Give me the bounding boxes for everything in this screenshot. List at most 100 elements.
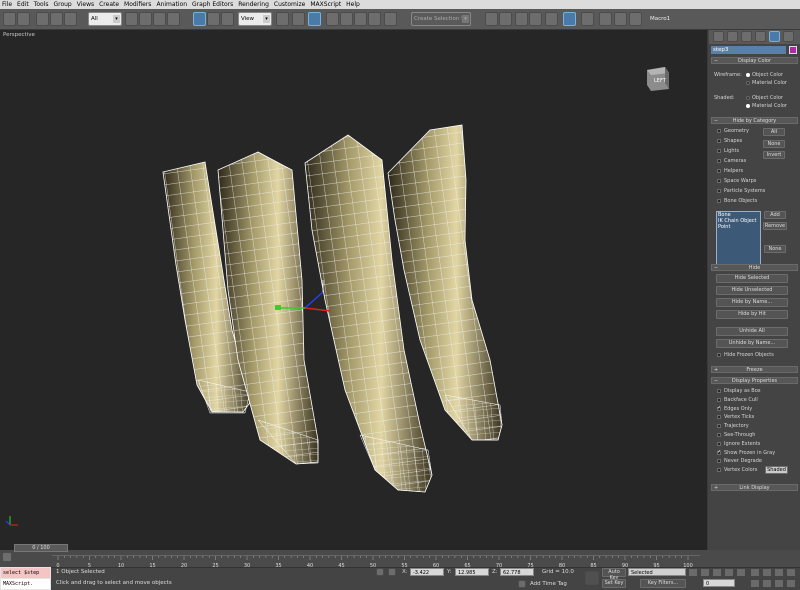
menu-item[interactable]: Graph Editors <box>192 0 233 9</box>
auto-key-button[interactable]: Auto Key <box>602 568 626 581</box>
mirror-icon[interactable] <box>485 12 498 26</box>
selection-filter-dropdown[interactable]: All ▾ <box>88 12 122 26</box>
menu-item[interactable]: File <box>2 0 12 9</box>
select-and-rotate-icon[interactable] <box>207 12 220 26</box>
time-tag-icon[interactable] <box>518 580 526 588</box>
link-icon[interactable] <box>36 12 49 26</box>
modify-tab-icon[interactable] <box>727 31 738 42</box>
display-property-checkbox[interactable] <box>717 397 721 402</box>
rectangular-selection-icon[interactable] <box>153 12 166 26</box>
display-property-checkbox[interactable] <box>717 424 721 429</box>
hide-by-hit-button[interactable]: Hide by Hit <box>716 310 788 319</box>
wireframe-object-color-radio[interactable] <box>746 73 750 77</box>
angle-snap-icon[interactable] <box>340 12 353 26</box>
named-selection-set-dropdown[interactable]: Create Selection Se ▾ <box>411 12 471 26</box>
reference-coordinate-dropdown[interactable]: View ▾ <box>238 12 272 26</box>
go-to-end-icon[interactable] <box>736 568 746 577</box>
list-item[interactable]: Point <box>717 224 760 230</box>
motion-tab-icon[interactable] <box>755 31 766 42</box>
lock-selection-icon[interactable] <box>376 568 384 576</box>
display-property-checkbox[interactable] <box>717 389 721 393</box>
select-and-manipulate-icon[interactable] <box>292 12 305 26</box>
field-of-view-icon[interactable] <box>750 579 760 588</box>
hide-category-invert-button[interactable]: Invert <box>763 151 785 159</box>
wireframe-material-color-radio[interactable] <box>746 81 750 85</box>
zoom-extents-icon[interactable] <box>774 568 784 577</box>
hide-category-none-button[interactable]: None <box>763 140 785 148</box>
hide-category-all-button[interactable]: All <box>763 128 785 136</box>
object-name-field[interactable]: step3 <box>711 46 786 54</box>
menu-item[interactable]: Tools <box>34 0 49 9</box>
schematic-view-icon[interactable] <box>563 12 576 26</box>
layer-manager-icon[interactable] <box>515 12 528 26</box>
add-time-tag-button[interactable]: Add Time Tag <box>530 581 567 587</box>
select-object-icon[interactable] <box>125 12 138 26</box>
hide-by-category-rollout[interactable]: − Hide by Category <box>711 117 798 124</box>
freeze-rollout[interactable]: + Freeze <box>711 366 798 373</box>
snaps-toggle-icon[interactable] <box>326 12 339 26</box>
zoom-all-icon[interactable] <box>762 568 772 577</box>
macro-label[interactable]: Macro1 <box>650 12 680 26</box>
hide-rollout[interactable]: − Hide <box>711 264 798 271</box>
category-checkbox[interactable] <box>717 129 721 133</box>
zoom-extents-all-icon[interactable] <box>786 568 796 577</box>
spinner-snap-icon[interactable] <box>368 12 381 26</box>
perspective-viewport[interactable]: Perspective LEFT <box>0 30 708 550</box>
display-property-checkbox[interactable] <box>717 405 721 411</box>
listener-output-line[interactable]: select $step <box>1 568 50 578</box>
zoom-icon[interactable] <box>750 568 760 577</box>
render-frame-icon[interactable] <box>614 12 627 26</box>
z-coordinate-field[interactable]: 62.778 <box>500 568 534 576</box>
curve-editor-icon[interactable] <box>545 12 558 26</box>
hide-by-name-button[interactable]: Hide by Name... <box>716 298 788 307</box>
track-bar[interactable]: 0 5 10 15 20 25 30 35 40 45 50 55 60 65 70 75 80 85 90 95 10… <box>52 555 700 569</box>
menu-item[interactable]: Views <box>77 0 94 9</box>
trackbar-toggle-icon[interactable] <box>2 552 12 562</box>
hierarchy-tab-icon[interactable] <box>741 31 752 42</box>
category-checkbox[interactable] <box>717 199 721 203</box>
menu-item[interactable]: Create <box>99 0 119 9</box>
display-property-checkbox[interactable] <box>717 433 721 437</box>
edit-named-selection-icon[interactable] <box>384 12 397 26</box>
pan-view-icon[interactable] <box>762 579 772 588</box>
category-checkbox[interactable] <box>717 159 721 163</box>
display-property-checkbox[interactable] <box>717 449 721 455</box>
current-frame-field[interactable]: 0 <box>703 579 735 587</box>
set-key-button[interactable]: Set Key <box>602 579 626 588</box>
key-icon[interactable] <box>585 571 599 585</box>
unhide-by-name-button[interactable]: Unhide by Name... <box>716 339 788 348</box>
category-checkbox[interactable] <box>717 179 721 183</box>
hide-frozen-objects-checkbox[interactable] <box>717 353 721 357</box>
vertex-colors-shaded-button[interactable]: Shaded <box>765 466 788 474</box>
menu-item[interactable]: Modifiers <box>124 0 151 9</box>
display-property-checkbox[interactable] <box>717 415 721 420</box>
display-property-checkbox[interactable] <box>717 459 721 464</box>
undo-icon[interactable] <box>3 12 16 26</box>
shaded-object-color-radio[interactable] <box>746 96 750 100</box>
align-icon[interactable] <box>499 12 512 26</box>
play-icon[interactable] <box>712 568 722 577</box>
category-checkbox[interactable] <box>717 189 721 193</box>
display-property-checkbox[interactable] <box>717 468 721 473</box>
maximize-viewport-icon[interactable] <box>786 579 796 588</box>
category-checkbox[interactable] <box>717 169 721 173</box>
x-coordinate-field[interactable]: -3.422 <box>410 568 444 576</box>
render-production-icon[interactable] <box>629 12 642 26</box>
absolute-mode-icon[interactable] <box>388 568 396 576</box>
category-checkbox[interactable] <box>717 149 721 153</box>
finger-mesh-model[interactable] <box>0 30 708 550</box>
hide-selected-button[interactable]: Hide Selected <box>716 274 788 283</box>
pivot-center-icon[interactable] <box>276 12 289 26</box>
bind-space-warp-icon[interactable] <box>64 12 77 26</box>
graphite-ribbon-icon[interactable] <box>529 12 542 26</box>
window-crossing-icon[interactable] <box>167 12 180 26</box>
select-by-name-icon[interactable] <box>139 12 152 26</box>
material-editor-icon[interactable] <box>581 12 594 26</box>
percent-snap-icon[interactable] <box>354 12 367 26</box>
display-tab-icon[interactable] <box>769 31 780 42</box>
display-color-rollout[interactable]: − Display Color <box>711 57 798 64</box>
unhide-all-button[interactable]: Unhide All <box>716 327 788 336</box>
menu-item[interactable]: Rendering <box>238 0 269 9</box>
time-slider[interactable]: 0 / 100 <box>14 544 68 552</box>
viewcube[interactable]: LEFT <box>645 63 675 93</box>
